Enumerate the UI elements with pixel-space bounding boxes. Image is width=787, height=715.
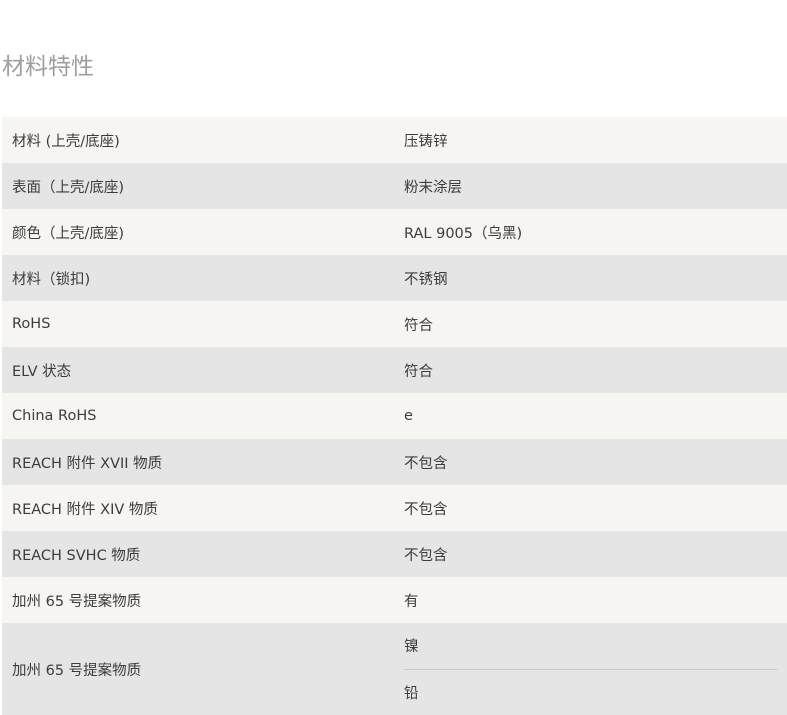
row-value: 不包含 (404, 455, 448, 472)
row-value: 不锈钢 (404, 271, 448, 288)
row-value: 不包含 (404, 547, 448, 564)
table-row: 加州 65 号提案物质 镍 铅 (2, 623, 787, 715)
table-row: ELV 状态 符合 (2, 347, 787, 393)
row-key: 颜色（上壳/底座) (12, 225, 125, 242)
material-properties-table: 材料 (上壳/底座) 压铸锌 表面（上壳/底座) 粉末涂层 颜色（上壳/底座) … (2, 117, 787, 715)
row-value: RAL 9005（乌黑) (404, 225, 523, 242)
row-key: 加州 65 号提案物质 (12, 662, 142, 679)
row-key: REACH SVHC 物质 (12, 547, 141, 564)
table-row: 加州 65 号提案物质 有 (2, 577, 787, 623)
table-row: REACH 附件 XIV 物质 不包含 (2, 485, 787, 531)
row-key: 材料（锁扣) (12, 271, 91, 288)
row-value: 符合 (404, 317, 433, 334)
row-key: ELV 状态 (12, 363, 72, 380)
table-row: 表面（上壳/底座) 粉末涂层 (2, 163, 787, 209)
table-row: RoHS 符合 (2, 301, 787, 347)
row-value-item: 镍 (404, 639, 419, 656)
table-row: China RoHS e (2, 393, 787, 439)
section-title: 材料特性 (2, 54, 94, 80)
row-value: 符合 (404, 363, 433, 380)
table-row: 颜色（上壳/底座) RAL 9005（乌黑) (2, 209, 787, 255)
row-value: 压铸锌 (404, 133, 448, 150)
row-value: 有 (404, 593, 419, 610)
row-value: 粉末涂层 (404, 179, 462, 196)
row-key: RoHS (12, 316, 51, 332)
row-value-item: 铅 (404, 685, 419, 702)
row-value: 不包含 (404, 501, 448, 518)
row-key: 加州 65 号提案物质 (12, 593, 142, 610)
row-key: China RoHS (12, 408, 97, 424)
row-key: REACH 附件 XIV 物质 (12, 501, 158, 518)
table-row: 材料（锁扣) 不锈钢 (2, 255, 787, 301)
row-key: REACH 附件 XVII 物质 (12, 455, 163, 472)
table-row: REACH 附件 XVII 物质 不包含 (2, 439, 787, 485)
table-row: REACH SVHC 物质 不包含 (2, 531, 787, 577)
row-key: 材料 (上壳/底座) (12, 133, 120, 150)
table-row: 材料 (上壳/底座) 压铸锌 (2, 117, 787, 163)
row-value-list: 镍 铅 (394, 623, 787, 715)
row-value: e (404, 408, 413, 424)
row-key: 表面（上壳/底座) (12, 179, 125, 196)
